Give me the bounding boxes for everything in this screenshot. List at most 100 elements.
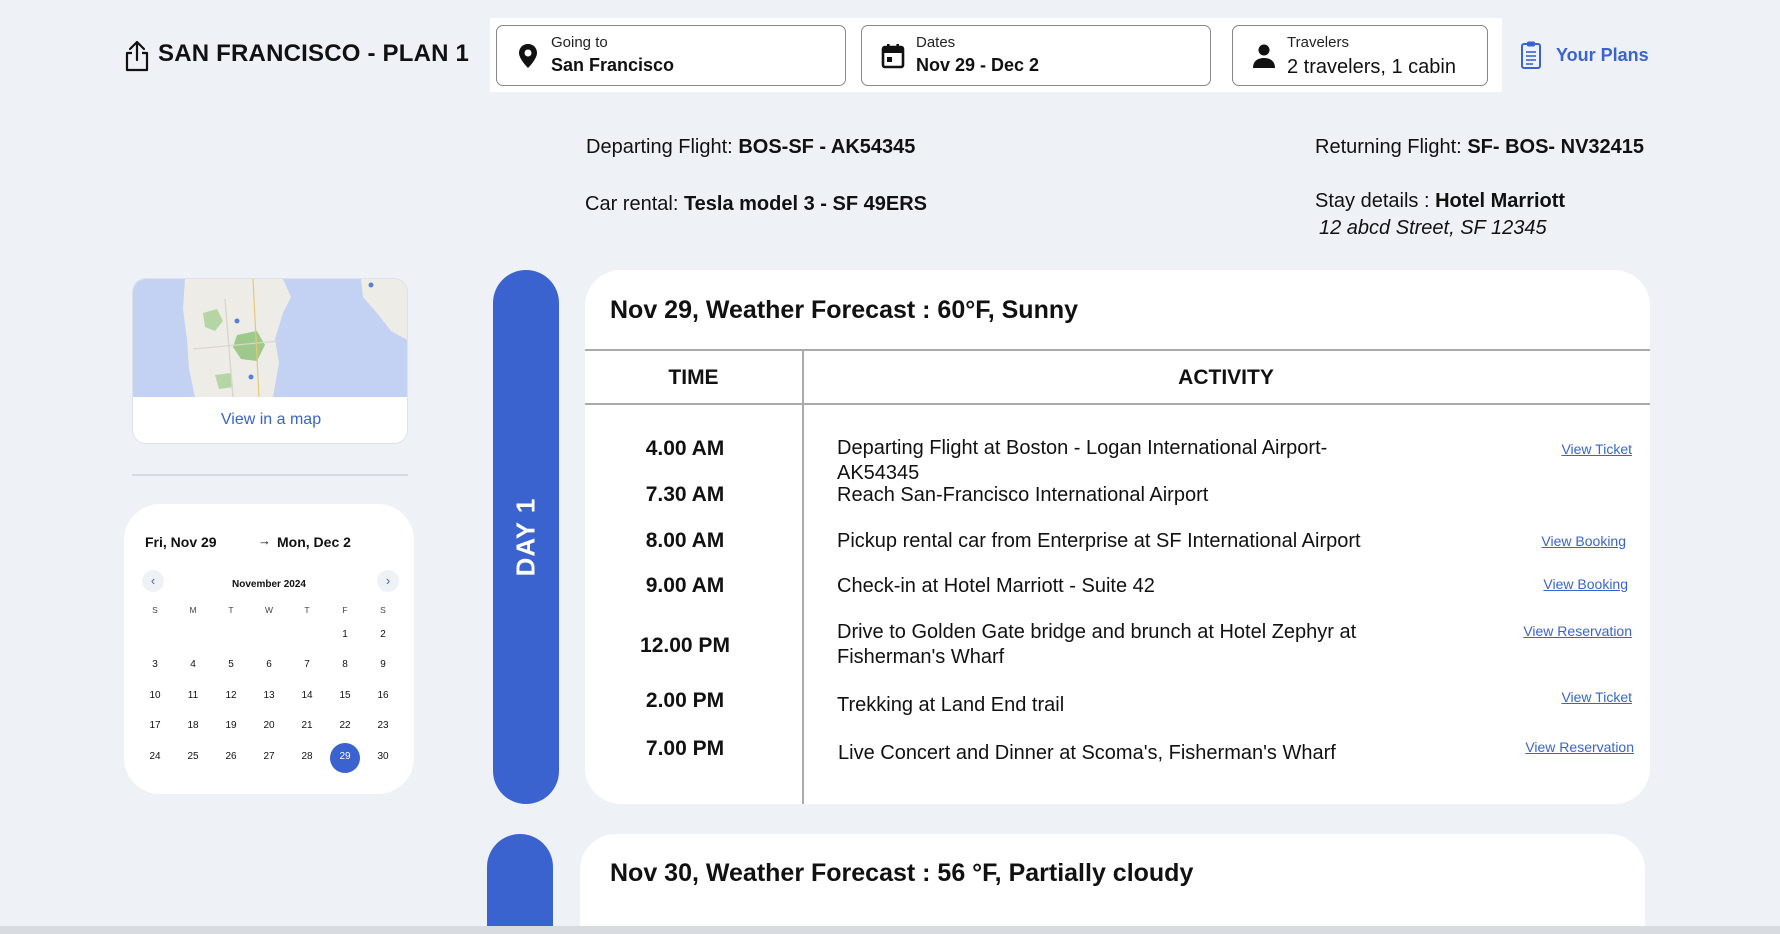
view-booking-link[interactable]: View Booking (1543, 576, 1628, 592)
date-range-calendar: Fri, Nov 29 → Mon, Dec 2 ‹ November 2024… (124, 504, 414, 794)
activity-description: Drive to Golden Gate bridge and brunch a… (837, 621, 1357, 668)
returning-flight-value: SF- BOS- NV32415 (1467, 136, 1645, 158)
departing-flight: Departing Flight: BOS-SF - AK54345 (586, 136, 915, 159)
day-1-label: DAY 1 (510, 497, 541, 577)
location-pin-icon (519, 44, 537, 68)
view-in-map-link[interactable]: View in a map (133, 411, 407, 429)
stay-details-value: Hotel Marriott (1435, 190, 1566, 212)
calendar-day[interactable]: 28 (288, 751, 326, 762)
weekday-label: T (228, 605, 234, 615)
travelers-field[interactable]: Travelers 2 travelers, 1 cabin (1232, 25, 1488, 86)
car-rental-label: Car rental: (585, 193, 679, 215)
view-ticket-link[interactable]: View Ticket (1561, 689, 1632, 705)
car-rental: Car rental: Tesla model 3 - SF 49ERS (585, 193, 927, 216)
travelers-label: Travelers (1287, 34, 1349, 51)
calendar-day[interactable]: 8 (326, 659, 364, 670)
calendar-week: 17 18 19 20 21 22 23 (136, 711, 402, 742)
day-1-tab[interactable]: DAY 1 (493, 270, 559, 804)
search-bar: Going to San Francisco Dates Nov 29 - De… (490, 18, 1502, 92)
going-to-label: Going to (551, 34, 608, 51)
view-booking-link[interactable]: View Booking (1541, 533, 1626, 549)
dates-field[interactable]: Dates Nov 29 - Dec 2 (861, 25, 1211, 86)
going-to-field[interactable]: Going to San Francisco (496, 25, 846, 86)
view-reservation-link[interactable]: View Reservation (1523, 623, 1632, 639)
table-divider (585, 349, 1650, 351)
calendar-day-selected[interactable]: 29 (326, 742, 364, 773)
calendar-day[interactable]: 30 (364, 751, 402, 762)
car-rental-value: Tesla model 3 - SF 49ERS (683, 193, 927, 215)
day-1-itinerary: Nov 29, Weather Forecast : 60°F, Sunny T… (585, 270, 1650, 804)
calendar-start-date[interactable]: Fri, Nov 29 (145, 534, 217, 550)
calendar-week: 1 2 (136, 619, 402, 650)
stay-details-label: Stay details : (1315, 190, 1430, 212)
calendar-grid: S M T W T F S 1 2 3 4 5 6 7 8 9 10 11 12… (136, 601, 402, 773)
map-card[interactable]: View in a map (132, 278, 408, 444)
calendar-week: 24 25 26 27 28 29 30 (136, 741, 402, 773)
calendar-day[interactable]: 21 (288, 720, 326, 731)
calendar-day[interactable]: 6 (250, 659, 288, 670)
calendar-day[interactable]: 23 (364, 720, 402, 731)
activity-description: Reach San-Francisco International Airpor… (837, 484, 1209, 506)
stay-address: 12 abcd Street, SF 12345 (1319, 217, 1547, 239)
calendar-day[interactable]: 18 (174, 720, 212, 731)
calendar-day[interactable]: 5 (212, 659, 250, 670)
calendar-day[interactable]: 3 (136, 659, 174, 670)
chevron-right-icon[interactable]: › (377, 570, 399, 592)
map-thumbnail[interactable] (133, 279, 408, 397)
calendar-day[interactable]: 16 (364, 690, 402, 701)
calendar-day[interactable]: 7 (288, 659, 326, 670)
calendar-icon (881, 44, 905, 69)
column-header-activity: ACTIVITY (1178, 366, 1274, 389)
calendar-day[interactable]: 14 (288, 690, 326, 701)
going-to-value: San Francisco (551, 55, 675, 75)
view-ticket-link[interactable]: View Ticket (1561, 441, 1632, 457)
view-reservation-link[interactable]: View Reservation (1525, 739, 1634, 755)
column-header-time: TIME (668, 366, 719, 389)
returning-flight-label: Returning Flight: (1315, 136, 1462, 158)
calendar-day[interactable]: 26 (212, 751, 250, 762)
column-divider (802, 349, 804, 804)
person-icon (1253, 44, 1275, 68)
page-title: SAN FRANCISCO - PLAN 1 (158, 40, 470, 67)
calendar-day[interactable]: 25 (174, 751, 212, 762)
dates-label: Dates (916, 34, 956, 51)
calendar-day[interactable]: 12 (212, 690, 250, 701)
calendar-day[interactable]: 9 (364, 659, 402, 670)
horizontal-scrollbar[interactable] (0, 926, 1780, 934)
activity-time: 9.00 AM (645, 574, 725, 597)
calendar-day[interactable]: 15 (326, 690, 364, 701)
calendar-day[interactable]: 1 (326, 629, 364, 640)
weekday-label: S (152, 605, 158, 615)
activity-time: 12.00 PM (640, 634, 730, 657)
calendar-day[interactable]: 4 (174, 659, 212, 670)
calendar-day[interactable]: 13 (250, 690, 288, 701)
departing-flight-label: Departing Flight: (586, 136, 733, 158)
day-2-weather-title: Nov 30, Weather Forecast : 56 °F, Partia… (610, 859, 1194, 887)
calendar-day[interactable]: 2 (364, 629, 402, 640)
activity-description: Trekking at Land End trail (837, 694, 1065, 716)
activity-time: 8.00 AM (645, 529, 725, 552)
activity-description: Check-in at Hotel Marriott - Suite 42 (837, 575, 1155, 597)
calendar-day[interactable]: 10 (136, 690, 174, 701)
calendar-day[interactable]: 22 (326, 720, 364, 731)
your-plans-button[interactable]: Your Plans (1520, 38, 1649, 72)
day-2-itinerary: Nov 30, Weather Forecast : 56 °F, Partia… (580, 834, 1645, 934)
day-2-tab[interactable] (487, 834, 553, 934)
calendar-day[interactable]: 19 (212, 720, 250, 731)
returning-flight: Returning Flight: SF- BOS- NV32415 (1315, 136, 1644, 159)
calendar-day[interactable]: 17 (136, 720, 174, 731)
calendar-week: 10 11 12 13 14 15 16 (136, 680, 402, 711)
activity-time: 2.00 PM (645, 689, 725, 712)
table-divider (585, 403, 1650, 405)
selected-day-number: 29 (339, 750, 351, 762)
divider (132, 474, 408, 476)
calendar-day[interactable]: 11 (174, 690, 212, 701)
dates-value: Nov 29 - Dec 2 (916, 55, 1040, 75)
calendar-day[interactable]: 24 (136, 751, 174, 762)
calendar-day[interactable]: 27 (250, 751, 288, 762)
clipboard-icon (1521, 41, 1541, 69)
calendar-end-date[interactable]: Mon, Dec 2 (277, 534, 351, 550)
calendar-day[interactable]: 20 (250, 720, 288, 731)
weekday-label: S (380, 605, 386, 615)
share-icon[interactable] (124, 40, 150, 72)
